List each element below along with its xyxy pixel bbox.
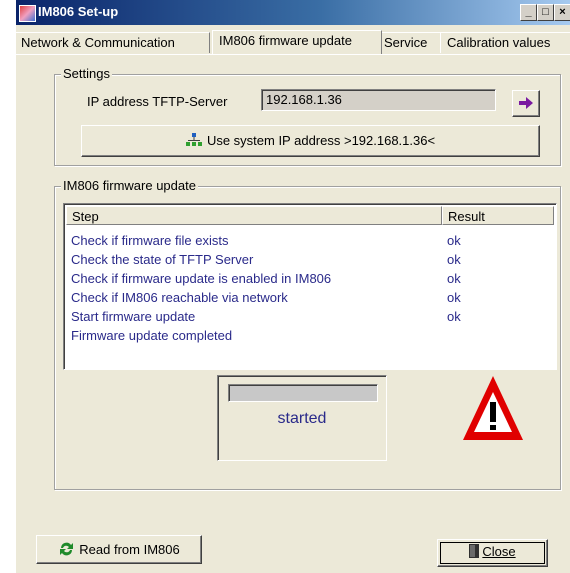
- step-text: Check if firmware update is enabled in I…: [71, 271, 332, 286]
- step-text: Check if IM806 reachable via network: [71, 290, 288, 305]
- refresh-icon: [60, 542, 74, 556]
- arrow-right-icon: [519, 97, 533, 109]
- window-title: IM806 Set-up: [38, 4, 119, 19]
- warning-icon: [463, 376, 523, 440]
- tab-network-communication[interactable]: Network & Communication: [16, 32, 210, 53]
- step-result: ok: [447, 252, 461, 267]
- close-window-button[interactable]: ×: [554, 4, 570, 21]
- ip-address-label: IP address TFTP-Server: [87, 94, 228, 109]
- read-from-im806-label: Read from IM806: [79, 542, 180, 557]
- step-result: ok: [447, 233, 461, 248]
- app-icon: [19, 5, 36, 22]
- progress-bar: [228, 384, 378, 402]
- firmware-update-legend: IM806 firmware update: [61, 178, 198, 193]
- column-header-step[interactable]: Step: [66, 206, 442, 225]
- minimize-button[interactable]: _: [520, 4, 537, 21]
- list-header: Step Result: [66, 206, 554, 226]
- use-system-ip-button[interactable]: Use system IP address >192.168.1.36<: [81, 125, 540, 157]
- step-result: ok: [447, 309, 461, 324]
- settings-legend: Settings: [61, 66, 112, 81]
- progress-panel: started: [217, 375, 387, 461]
- step-text: Check if firmware file exists: [71, 233, 229, 248]
- step-result: ok: [447, 271, 461, 286]
- close-label: Close: [482, 544, 516, 559]
- network-icon: [185, 133, 202, 146]
- tab-firmware-update[interactable]: IM806 firmware update: [212, 30, 382, 54]
- apply-ip-button[interactable]: [512, 90, 540, 117]
- tab-service[interactable]: Service: [377, 32, 441, 53]
- im806-setup-window: IM806 Set-up _ □ × Network & Communicati…: [16, 0, 570, 573]
- step-text: Check the state of TFTP Server: [71, 252, 254, 267]
- tab-bar: Network & Communication IM806 firmware u…: [16, 30, 570, 54]
- use-system-ip-label: Use system IP address >192.168.1.36<: [206, 133, 436, 148]
- steps-list[interactable]: Step Result Check if firmware file exist…: [63, 203, 557, 370]
- column-header-result[interactable]: Result: [442, 206, 554, 225]
- tab-calibration-values[interactable]: Calibration values: [440, 32, 570, 53]
- door-icon: [469, 544, 480, 558]
- read-from-im806-button[interactable]: Read from IM806: [36, 535, 202, 564]
- step-text: Firmware update completed: [71, 328, 233, 343]
- step-result: ok: [447, 290, 461, 305]
- status-text: started: [277, 410, 327, 427]
- ip-address-input[interactable]: 192.168.1.36: [261, 89, 496, 111]
- step-text: Start firmware update: [71, 309, 196, 324]
- maximize-button[interactable]: □: [537, 4, 554, 21]
- title-bar[interactable]: IM806 Set-up _ □ ×: [16, 0, 570, 25]
- close-button[interactable]: Close: [437, 539, 548, 567]
